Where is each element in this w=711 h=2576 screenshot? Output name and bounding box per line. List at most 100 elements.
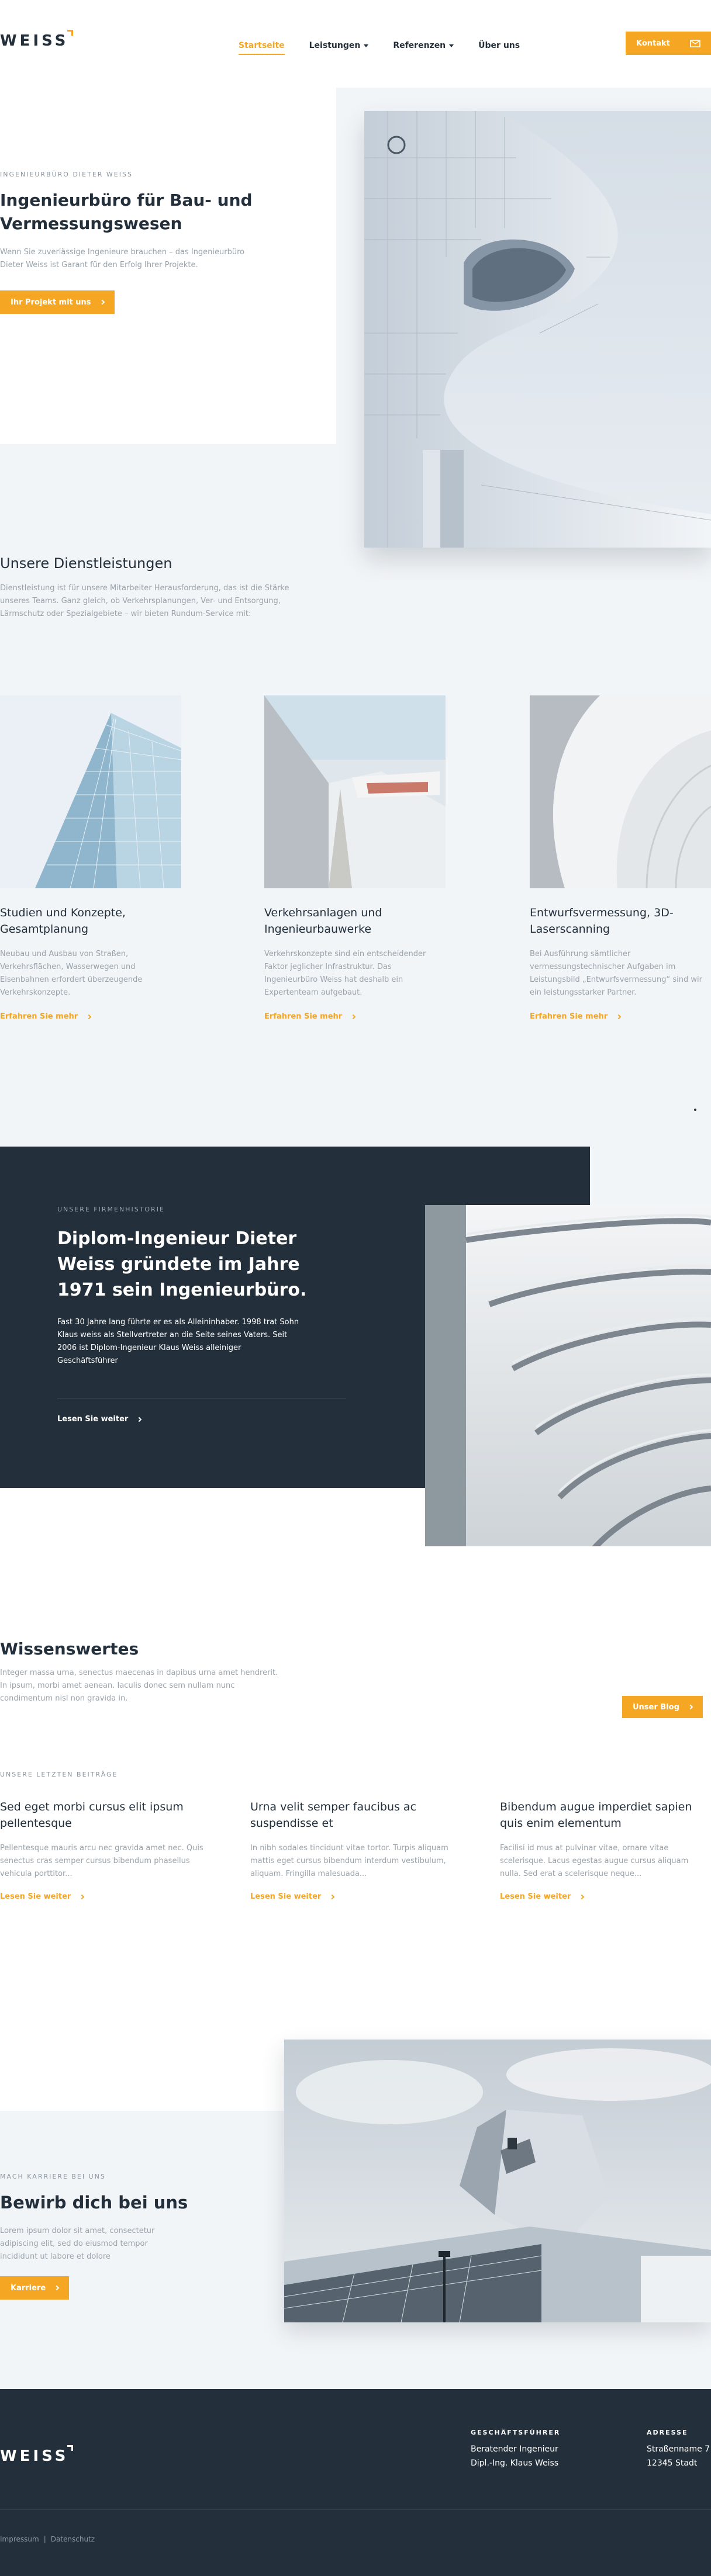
services-title: Unsere Dienstleistungen	[0, 555, 172, 572]
history-eyebrow: UNSERE FIRMENHISTORIE	[57, 1206, 165, 1213]
history-image	[425, 1205, 711, 1591]
logo-mark-icon	[67, 2445, 74, 2451]
service-card: Studien und Konzepte, Gesamtplanung Neub…	[0, 695, 181, 1021]
service-title: Verkehrsanlagen und Ingenieurbauwerke	[264, 906, 382, 936]
history-content: UNSERE FIRMENHISTORIE Diplom-Ingenieur D…	[57, 1206, 350, 1424]
career-cta-label: Karriere	[11, 2283, 46, 2293]
hero-cta-button[interactable]: Ihr Projekt mit uns	[0, 290, 115, 314]
post-title[interactable]: Urna velit semper faucibus ac suspendiss…	[250, 1799, 426, 1831]
post-more-link[interactable]: Lesen Sie weiter	[250, 1892, 335, 1901]
service-card: Verkehrsanlagen und Ingenieurbauwerke Ve…	[264, 695, 446, 1021]
hero-building-image	[364, 111, 711, 548]
logo-text: WEISS	[0, 32, 69, 50]
chevron-right-icon	[54, 2285, 60, 2291]
chevron-right-icon	[616, 1014, 622, 1019]
footer-links: Impressum | Datenschutz	[0, 2535, 95, 2543]
walkway-image	[264, 695, 446, 888]
post-more-link[interactable]: Lesen Sie weiter	[500, 1892, 585, 1901]
balconies-image	[425, 1205, 711, 1591]
chevron-right-icon	[137, 1417, 142, 1422]
services-intro: Unsere Dienstleistungen Dienstleistung i…	[0, 554, 304, 621]
service-title: Studien und Konzepte, Gesamtplanung	[0, 906, 126, 936]
knowledge-section	[0, 1546, 711, 2049]
chevron-right-icon	[688, 1704, 693, 1710]
chevron-right-icon	[80, 1894, 85, 1899]
nav-item-leistungen[interactable]: Leistungen	[309, 41, 369, 50]
knowledge-title: Wissenswertes	[0, 1639, 139, 1659]
contact-button[interactable]: Kontakt	[626, 32, 711, 55]
blog-button[interactable]: Unser Blog	[622, 1696, 703, 1718]
more-label: Lesen Sie weiter	[0, 1892, 71, 1901]
service-title: Entwurfsvermessung, 3D-Laserscanning	[530, 906, 674, 936]
nav-label: Über uns	[478, 41, 520, 50]
footer-address: ADRESSE Straßenname 7 12345 Stadt	[647, 2429, 711, 2470]
post-excerpt: Facilisi id mus at pulvinar vitae, ornar…	[500, 1844, 689, 1878]
post-more-link[interactable]: Lesen Sie weiter	[0, 1892, 85, 1901]
address-heading: ADRESSE	[647, 2429, 688, 2436]
service-text: Neubau und Ausbau von Straßen, Verkehrsf…	[0, 950, 143, 997]
career-image	[284, 2040, 711, 2322]
history-title: Diplom-Ingenieur Dieter Weiss gründete i…	[57, 1228, 307, 1300]
more-label: Erfahren Sie mehr	[0, 1012, 78, 1021]
chevron-right-icon	[99, 299, 105, 305]
nav-label: Leistungen	[309, 41, 361, 50]
history-text: Fast 30 Jahre lang führte er es als Alle…	[57, 1318, 299, 1365]
site-header: WEISS Startseite Leistungen Referenzen Ü…	[0, 0, 711, 88]
more-label: Erfahren Sie mehr	[530, 1012, 608, 1021]
footer-separator: |	[43, 2535, 46, 2543]
curved-facade-image	[530, 695, 711, 888]
blog-post: Bibendum augue imperdiet sapien quis eni…	[500, 1799, 710, 1901]
post-excerpt: Pellentesque mauris arcu nec gravida ame…	[0, 1844, 203, 1878]
scroll-dot	[694, 1109, 696, 1111]
service-card: Entwurfsvermessung, 3D-Laserscanning Bei…	[530, 695, 711, 1021]
services-text: Dienstleistung ist für unsere Mitarbeite…	[0, 584, 289, 618]
history-more-link[interactable]: Lesen Sie weiter	[57, 1415, 142, 1424]
service-text: Bei Ausführung sämtlicher vermessungstec…	[530, 950, 702, 997]
main-nav: Startseite Leistungen Referenzen Über un…	[239, 36, 544, 55]
impressum-link[interactable]: Impressum	[0, 2535, 39, 2543]
career-button[interactable]: Karriere	[0, 2276, 70, 2300]
nav-label: Startseite	[239, 41, 285, 50]
career-title: Bewirb dich bei uns	[0, 2193, 188, 2213]
address-line: Straßenname 7	[647, 2445, 710, 2454]
service-text: Verkehrskonzepte sind ein entscheidender…	[264, 950, 426, 997]
posts-eyebrow: UNSERE LETZTEN BEITRÄGE	[0, 1771, 118, 1778]
nav-item-referenzen[interactable]: Referenzen	[393, 41, 454, 50]
nav-item-ueber-uns[interactable]: Über uns	[478, 41, 520, 50]
post-title[interactable]: Bibendum augue imperdiet sapien quis eni…	[500, 1799, 707, 1831]
logo-text: WEISS	[0, 2447, 69, 2465]
blog-post: Sed eget morbi cursus elit ipsum pellent…	[0, 1799, 210, 1901]
mail-icon	[690, 39, 700, 47]
contact-label: Kontakt	[636, 39, 670, 48]
hero-content: INGENIEURBÜRO DIETER WEISS Ingenieurbüro…	[0, 171, 304, 314]
hero-image	[364, 111, 711, 548]
more-label: Erfahren Sie mehr	[264, 1012, 343, 1021]
service-more-link[interactable]: Erfahren Sie mehr	[0, 1012, 92, 1021]
caret-down-icon	[449, 44, 454, 47]
ceo-line: Dipl.-Ing. Klaus Weiss	[471, 2459, 559, 2468]
knowledge-intro: Wissenswertes Integer massa urna, senect…	[0, 1640, 292, 1705]
glass-tower-image	[0, 695, 181, 888]
post-excerpt: In nibh sodales tincidunt vitae tortor. …	[250, 1844, 448, 1878]
post-title[interactable]: Sed eget morbi cursus elit ipsum pellent…	[0, 1799, 193, 1831]
more-label: Lesen Sie weiter	[57, 1415, 129, 1424]
service-more-link[interactable]: Erfahren Sie mehr	[530, 1012, 622, 1021]
nav-item-startseite[interactable]: Startseite	[239, 41, 285, 55]
more-label: Lesen Sie weiter	[500, 1892, 571, 1901]
footer-logo[interactable]: WEISS	[0, 2445, 74, 2465]
hero-eyebrow: INGENIEURBÜRO DIETER WEISS	[0, 171, 133, 178]
nav-label: Referenzen	[393, 41, 446, 50]
career-eyebrow: MACH KARRIERE BEI UNS	[0, 2173, 106, 2180]
blog-post: Urna velit semper faucibus ac suspendiss…	[250, 1799, 461, 1901]
blog-label: Unser Blog	[633, 1702, 679, 1712]
service-more-link[interactable]: Erfahren Sie mehr	[264, 1012, 356, 1021]
address-line: 12345 Stadt	[647, 2459, 698, 2468]
chevron-right-icon	[350, 1014, 356, 1019]
logo[interactable]: WEISS	[0, 30, 74, 50]
ceo-heading: GESCHÄFTSFÜHRER	[471, 2429, 561, 2436]
ceo-line: Beratender Ingenieur	[471, 2445, 558, 2454]
service-image	[264, 695, 446, 888]
caret-down-icon	[364, 44, 369, 47]
footer-ceo: GESCHÄFTSFÜHRER Beratender Ingenieur Dip…	[471, 2429, 611, 2470]
datenschutz-link[interactable]: Datenschutz	[51, 2535, 95, 2543]
